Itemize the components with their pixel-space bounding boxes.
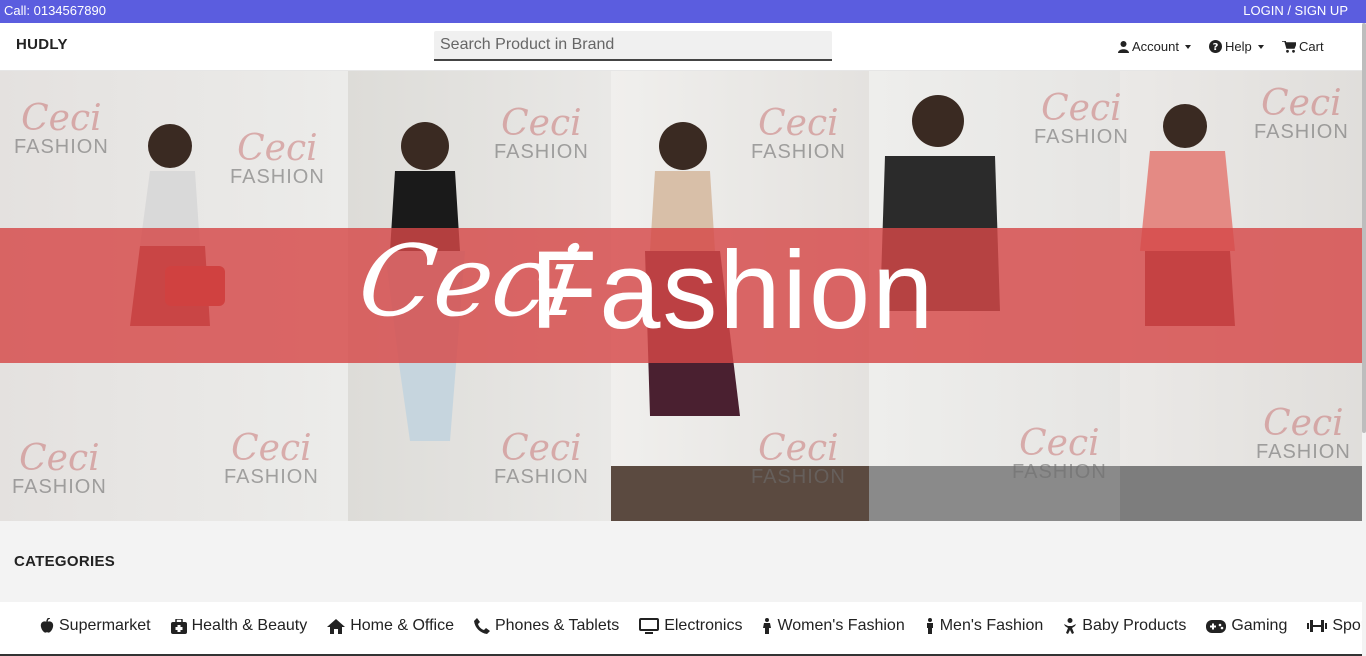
female-icon xyxy=(763,618,772,634)
watermark: Ceci FASHION xyxy=(12,438,107,498)
apple-icon xyxy=(40,618,54,633)
login-signup-link[interactable]: LOGIN / SIGN UP xyxy=(1243,3,1348,18)
chevron-down-icon xyxy=(1184,44,1191,49)
watermark: Ceci FASHION xyxy=(494,103,589,163)
category-label: Sporting Goods xyxy=(1332,617,1362,634)
watermark: Ceci FASHION xyxy=(1034,88,1129,148)
categories-heading: CATEGORIES xyxy=(14,553,116,570)
gamepad-icon xyxy=(1206,619,1227,633)
category-baby-products[interactable]: Baby Products xyxy=(1063,617,1186,635)
question-circle-icon: ? xyxy=(1209,40,1222,53)
category-label: Women's Fashion xyxy=(777,617,905,634)
category-bar: Supermarket Health & Beauty Home & Offic… xyxy=(0,602,1362,656)
help-label: Help xyxy=(1225,39,1252,54)
first-aid-kit-icon xyxy=(170,618,187,634)
category-home-office[interactable]: Home & Office xyxy=(327,617,454,635)
category-label: Health & Beauty xyxy=(191,617,308,634)
monitor-icon xyxy=(639,618,660,634)
watermark: Ceci FASHION xyxy=(751,428,846,488)
home-icon xyxy=(327,618,346,634)
category-label: Home & Office xyxy=(350,617,454,634)
hero-banner[interactable]: Ceci FASHION Ceci FASHION Ceci FASHION Ceci… xyxy=(0,71,1362,521)
watermark: Ceci FASHION xyxy=(224,428,319,488)
category-label: Electronics xyxy=(664,617,743,634)
category-label: Gaming xyxy=(1231,617,1288,634)
category-phones-tablets[interactable]: Phones & Tablets xyxy=(473,617,620,635)
watermark: Ceci FASHION xyxy=(1012,423,1107,483)
top-bar: Call: 0134567890 LOGIN / SIGN UP xyxy=(0,0,1366,23)
watermark: Ceci FASHION xyxy=(1254,83,1349,143)
page-scrollbar[interactable] xyxy=(1362,23,1366,433)
search-input[interactable] xyxy=(434,31,832,61)
watermark: Ceci FASHION xyxy=(14,98,109,158)
help-menu[interactable]: ? Help xyxy=(1209,39,1264,54)
brand-logo[interactable]: HUDLY xyxy=(16,36,68,53)
phone-icon xyxy=(473,618,490,634)
category-supermarket[interactable]: Supermarket xyxy=(40,617,151,635)
category-label: Baby Products xyxy=(1082,617,1187,634)
baby-icon xyxy=(1064,618,1077,634)
user-icon xyxy=(1118,40,1129,53)
account-menu[interactable]: Account xyxy=(1118,39,1191,54)
male-icon xyxy=(926,618,933,634)
call-number: Call: 0134567890 xyxy=(4,3,106,18)
watermark: Ceci FASHION xyxy=(1256,403,1351,463)
category-label: Phones & Tablets xyxy=(494,617,620,634)
categories-section: CATEGORIES xyxy=(0,521,1362,602)
watermark: Ceci FASHION xyxy=(494,428,589,488)
watermark: Ceci FASHION xyxy=(230,128,325,188)
category-label: Supermarket xyxy=(59,617,151,634)
watermark: Ceci FASHION xyxy=(751,103,846,163)
category-womens-fashion[interactable]: Women's Fashion xyxy=(762,617,905,635)
cart-link[interactable]: Cart xyxy=(1282,39,1324,54)
svg-text:?: ? xyxy=(1213,42,1219,53)
cart-icon xyxy=(1282,40,1296,53)
navbar: HUDLY Account ? Help Cart xyxy=(0,23,1362,71)
category-sporting-goods[interactable]: Sporting Goods xyxy=(1307,617,1362,635)
banner-logo-word: Fashion xyxy=(530,229,936,352)
category-electronics[interactable]: Electronics xyxy=(639,617,742,635)
cart-label: Cart xyxy=(1299,39,1324,54)
category-mens-fashion[interactable]: Men's Fashion xyxy=(925,617,1044,635)
dumbbell-icon xyxy=(1307,620,1328,632)
account-label: Account xyxy=(1132,39,1179,54)
category-gaming[interactable]: Gaming xyxy=(1206,617,1287,635)
category-label: Men's Fashion xyxy=(939,617,1044,634)
category-health-beauty[interactable]: Health & Beauty xyxy=(170,617,308,635)
chevron-down-icon xyxy=(1257,44,1264,49)
